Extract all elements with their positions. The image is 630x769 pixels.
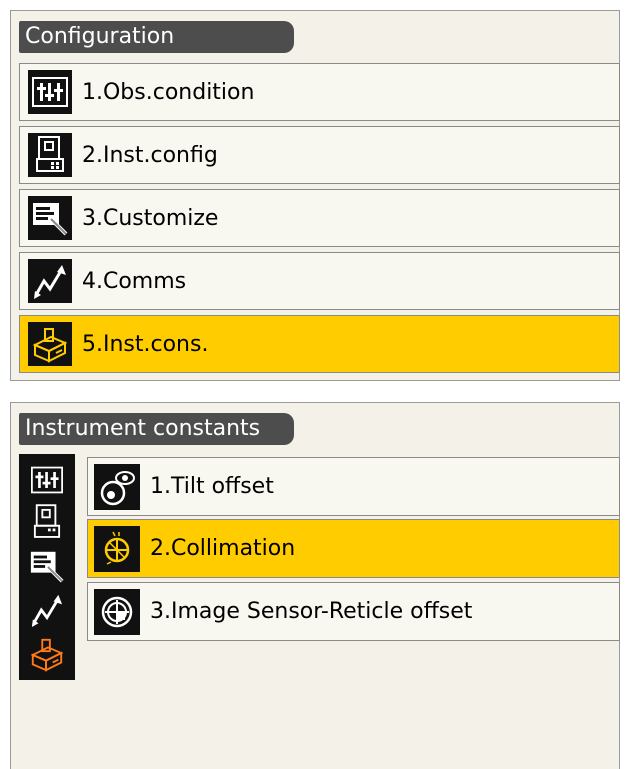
menu-item-collimation[interactable]: 2.Collimation (87, 519, 620, 578)
menu-item-comms[interactable]: 4.Comms (19, 252, 620, 310)
menu-item-label: 4.Comms (82, 268, 187, 294)
comms-icon[interactable] (27, 590, 67, 630)
menu-item-label: 3.Customize (82, 205, 219, 231)
instrument-constants-title: Instrument constants (19, 413, 294, 445)
menu-item-obs-condition[interactable]: 1.Obs.condition (19, 63, 620, 121)
instrument-constants-icon (28, 322, 72, 366)
menu-item-inst-cons[interactable]: 5.Inst.cons. (19, 315, 620, 373)
instrument-constants-icon[interactable] (27, 634, 67, 674)
customize-icon (28, 196, 72, 240)
configuration-title: Configuration (19, 21, 294, 53)
menu-item-tilt-offset[interactable]: 1.Tilt offset (87, 457, 620, 516)
configuration-panel: Configuration 1.Obs.condition 2.Inst.con… (10, 10, 620, 381)
customize-icon[interactable] (27, 546, 67, 586)
tilt-offset-icon (94, 463, 140, 510)
obs-condition-icon[interactable] (27, 460, 67, 500)
obs-condition-icon (28, 70, 72, 114)
menu-item-label: 3.Image Sensor-Reticle offset (150, 599, 473, 624)
instrument-constants-panel: Instrument constants 1.Tilt offset 2.Col… (10, 402, 620, 769)
category-sidebar (19, 454, 75, 680)
menu-item-customize[interactable]: 3.Customize (19, 189, 620, 247)
reticle-offset-icon (94, 588, 140, 635)
menu-item-label: 2.Collimation (150, 536, 296, 561)
menu-item-label: 1.Obs.condition (82, 79, 255, 105)
menu-item-image-sensor-reticle-offset[interactable]: 3.Image Sensor-Reticle offset (87, 582, 620, 641)
instrument-config-icon (28, 133, 72, 177)
comms-icon (28, 259, 72, 303)
menu-item-label: 2.Inst.config (82, 142, 218, 168)
menu-item-inst-config[interactable]: 2.Inst.config (19, 126, 620, 184)
collimation-icon (94, 525, 140, 572)
instrument-config-icon[interactable] (27, 502, 67, 542)
menu-item-label: 1.Tilt offset (150, 474, 274, 499)
menu-item-label: 5.Inst.cons. (82, 331, 209, 357)
